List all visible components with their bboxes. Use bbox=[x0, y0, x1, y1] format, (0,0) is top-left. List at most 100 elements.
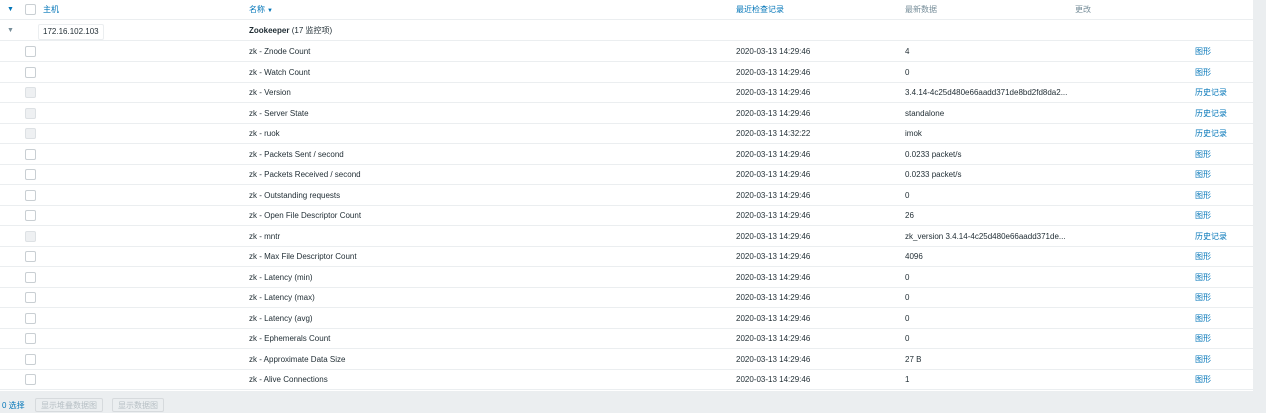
item-last-value: 0 bbox=[905, 293, 910, 302]
graph-link[interactable]: 图形 bbox=[1195, 329, 1211, 349]
column-last-check[interactable]: 最近检查记录 bbox=[736, 0, 784, 20]
table-row: zk - Max File Descriptor Count 2020-03-13… bbox=[0, 247, 1253, 267]
item-last-check: 2020-03-13 14:29:46 bbox=[736, 375, 811, 384]
item-last-check: 2020-03-13 14:29:46 bbox=[736, 170, 811, 179]
item-name: zk - Latency (min) bbox=[249, 272, 313, 282]
item-name: zk - Watch Count bbox=[249, 67, 311, 77]
item-last-value: standalone bbox=[905, 108, 945, 118]
item-last-check: 2020-03-13 14:32:22 bbox=[736, 129, 811, 138]
graph-link[interactable]: 图形 bbox=[1195, 206, 1211, 226]
footer-bar: 0 选择 显示堆叠数据图 显示数据图 bbox=[0, 396, 1266, 413]
item-last-check: 2020-03-13 14:29:46 bbox=[736, 211, 811, 220]
sort-down-icon: ▼ bbox=[267, 8, 273, 14]
collapse-group-icon[interactable]: ▼ bbox=[7, 21, 14, 41]
item-last-value: 4 bbox=[905, 47, 910, 56]
show-graph-button[interactable]: 显示数据图 bbox=[112, 398, 164, 412]
row-checkbox[interactable] bbox=[25, 210, 36, 221]
row-checkbox[interactable] bbox=[25, 312, 36, 324]
item-last-check: 2020-03-13 14:29:46 bbox=[736, 252, 811, 261]
host-group-row: ▼ 172.16.102.103 Zookeeper (17 监控项) bbox=[0, 21, 1253, 41]
latest-data-table: ▼ 主机 名称 ▼ 最近检查记录 最新数据 更改 ▼ 172.16.102.103… bbox=[0, 0, 1253, 391]
item-name: zk - mntr bbox=[249, 231, 281, 241]
item-name: zk - Latency (max) bbox=[249, 293, 315, 302]
item-last-value: 26 bbox=[905, 211, 914, 220]
column-name-label: 名称 bbox=[249, 5, 265, 14]
row-checkbox[interactable] bbox=[25, 189, 36, 201]
item-last-value: 0 bbox=[905, 334, 910, 343]
row-checkbox[interactable] bbox=[25, 353, 36, 365]
item-last-value: 0.0233 packet/s bbox=[905, 149, 962, 159]
item-name: zk - Approximate Data Size bbox=[249, 354, 346, 364]
row-checkbox[interactable] bbox=[25, 251, 36, 262]
table-row: zk - Server State 2020-03-13 14:29:46 stan… bbox=[0, 104, 1253, 124]
graph-link[interactable]: 图形 bbox=[1195, 42, 1211, 62]
item-last-value: imok bbox=[905, 129, 922, 138]
item-last-value: 4096 bbox=[905, 252, 923, 261]
item-last-value: 3.4.14-4c25d480e66aadd371de8bd2fd8da2... bbox=[905, 88, 1068, 97]
row-checkbox[interactable] bbox=[25, 374, 36, 385]
item-name: zk - Version bbox=[249, 88, 291, 97]
item-last-check: 2020-03-13 14:29:46 bbox=[736, 313, 811, 323]
graph-link[interactable]: 图形 bbox=[1195, 268, 1211, 288]
row-checkbox[interactable] bbox=[25, 333, 36, 344]
graph-link[interactable]: 图形 bbox=[1195, 63, 1211, 83]
history-link[interactable]: 历史记录 bbox=[1195, 124, 1227, 144]
column-host[interactable]: 主机 bbox=[43, 0, 59, 20]
row-checkbox[interactable] bbox=[25, 46, 36, 57]
graph-link[interactable]: 图形 bbox=[1195, 309, 1211, 329]
item-last-value: 0 bbox=[905, 190, 910, 200]
graph-link[interactable]: 图形 bbox=[1195, 247, 1211, 267]
item-last-check: 2020-03-13 14:29:46 bbox=[736, 334, 811, 343]
table-row: zk - Alive Connections 2020-03-13 14:29:4… bbox=[0, 370, 1253, 390]
item-last-value: 0.0233 packet/s bbox=[905, 170, 962, 179]
history-link[interactable]: 历史记录 bbox=[1195, 104, 1227, 124]
item-last-value: 0 bbox=[905, 67, 910, 77]
row-checkbox bbox=[25, 87, 36, 98]
table-row: zk - Packets Sent / second 2020-03-13 14:… bbox=[0, 145, 1253, 165]
application-count: (17 监控项) bbox=[291, 26, 333, 35]
select-all-checkbox[interactable] bbox=[25, 4, 36, 15]
row-checkbox[interactable] bbox=[25, 148, 36, 160]
graph-link[interactable]: 图形 bbox=[1195, 186, 1211, 206]
table-row: zk - Latency (max) 2020-03-13 14:29:46 0 图形 bbox=[0, 288, 1253, 308]
table-row: zk - mntr 2020-03-13 14:29:46 zk_version 3… bbox=[0, 227, 1253, 247]
item-last-check: 2020-03-13 14:29:46 bbox=[736, 47, 811, 56]
history-link[interactable]: 历史记录 bbox=[1195, 227, 1227, 247]
row-checkbox bbox=[25, 230, 36, 242]
row-checkbox[interactable] bbox=[25, 66, 36, 78]
item-name: zk - ruok bbox=[249, 129, 280, 138]
row-checkbox[interactable] bbox=[25, 292, 36, 303]
row-checkbox bbox=[25, 107, 36, 119]
item-last-value: 0 bbox=[905, 272, 910, 282]
graph-link[interactable]: 图形 bbox=[1195, 165, 1211, 185]
table-row: zk - Znode Count 2020-03-13 14:29:46 4 图形 bbox=[0, 42, 1253, 62]
table-row: zk - Open File Descriptor Count 2020-03-1… bbox=[0, 206, 1253, 226]
item-last-check: 2020-03-13 14:29:46 bbox=[736, 149, 811, 159]
application-name: Zookeeper bbox=[249, 26, 290, 35]
graph-link[interactable]: 图形 bbox=[1195, 370, 1211, 390]
column-name[interactable]: 名称 ▼ bbox=[249, 0, 273, 20]
show-stacked-graph-button[interactable]: 显示堆叠数据图 bbox=[35, 398, 103, 412]
graph-link[interactable]: 图形 bbox=[1195, 350, 1211, 370]
graph-link[interactable]: 图形 bbox=[1195, 288, 1211, 308]
table-row: zk - Latency (min) 2020-03-13 14:29:46 0 图形 bbox=[0, 268, 1253, 288]
item-name: zk - Latency (avg) bbox=[249, 313, 313, 323]
item-last-check: 2020-03-13 14:29:46 bbox=[736, 293, 811, 302]
item-last-check: 2020-03-13 14:29:46 bbox=[736, 88, 811, 97]
host-name[interactable]: 172.16.102.103 bbox=[38, 24, 104, 40]
item-name: zk - Open File Descriptor Count bbox=[249, 211, 362, 220]
graph-link[interactable]: 图形 bbox=[1195, 145, 1211, 165]
item-name: zk - Server State bbox=[249, 108, 309, 118]
collapse-all-icon[interactable]: ▼ bbox=[7, 0, 14, 20]
column-last-value: 最新数据 bbox=[905, 5, 937, 14]
table-row: zk - Version 2020-03-13 14:29:46 3.4.14-4c… bbox=[0, 83, 1253, 103]
table-header: ▼ 主机 名称 ▼ 最近检查记录 最新数据 更改 bbox=[0, 0, 1253, 20]
item-last-value: zk_version 3.4.14-4c25d480e66aadd371de..… bbox=[905, 231, 1066, 241]
history-link[interactable]: 历史记录 bbox=[1195, 83, 1227, 103]
row-checkbox[interactable] bbox=[25, 271, 36, 283]
item-name: zk - Max File Descriptor Count bbox=[249, 252, 357, 261]
selected-count: 0 选择 bbox=[2, 401, 25, 410]
row-checkbox[interactable] bbox=[25, 169, 36, 180]
table-row: zk - Approximate Data Size 2020-03-13 14:… bbox=[0, 350, 1253, 370]
item-name: zk - Packets Sent / second bbox=[249, 149, 344, 159]
